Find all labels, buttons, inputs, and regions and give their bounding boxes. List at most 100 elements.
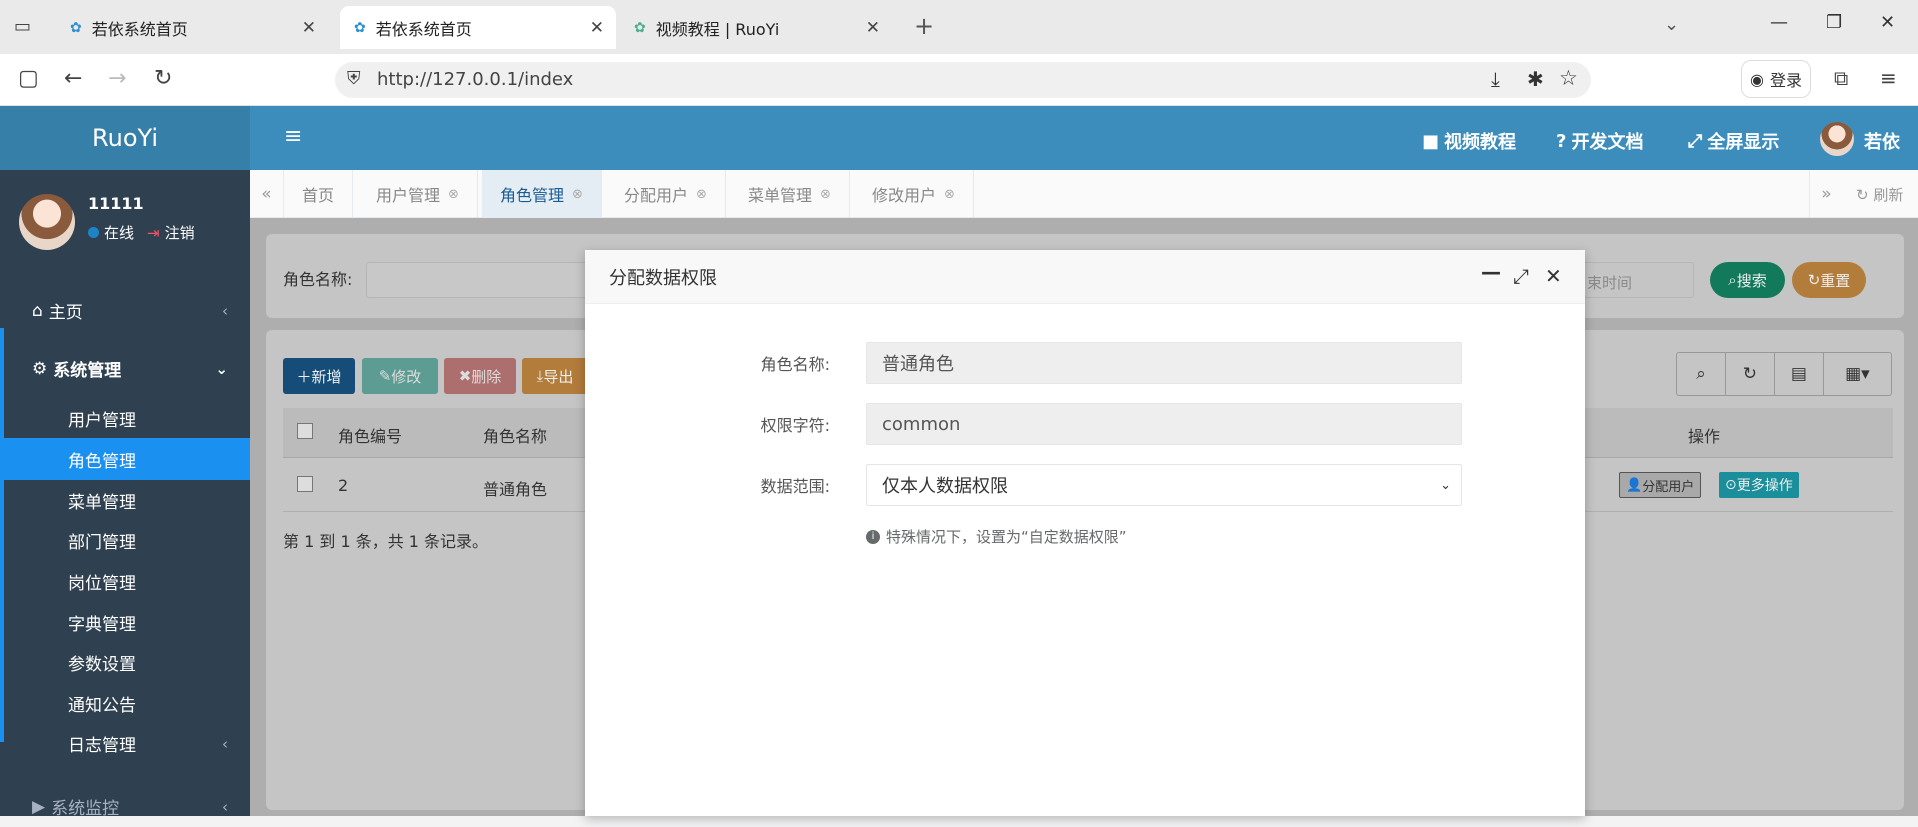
pagination-info: 第 1 到 1 条，共 1 条记录。 [283,532,489,551]
close-circle-icon[interactable]: ⊗ [448,187,459,202]
tab-home[interactable]: 首页 [284,170,354,218]
tab-scroll-left-icon[interactable]: « [250,170,284,218]
edit-button[interactable]: ✎ 修改 [362,358,438,394]
search-button-label: 搜索 [1736,271,1767,290]
close-circle-icon[interactable]: ⊗ [572,187,583,202]
sidebar-item-dict[interactable]: 字典管理 [0,602,250,643]
reset-button[interactable]: ↻ 重置 [1792,262,1866,298]
sidebar-item-depts[interactable]: 部门管理 [0,520,250,561]
login-button[interactable]: ◉ 登录 [1741,60,1811,98]
sidebar-item-home[interactable]: ⌂ 主页 ‹ [0,290,250,331]
browser-tab-1[interactable]: ✿ 若依系统首页 ✕ [56,6,328,49]
tab-user-management[interactable]: 用户管理 ⊗ [358,170,478,218]
close-circle-icon[interactable]: ⊗ [944,187,955,202]
close-icon[interactable]: ✕ [590,18,604,38]
chevron-down-icon: ⌄ [1440,477,1451,493]
logout-link[interactable]: 注销 [165,222,195,243]
menu-icon[interactable]: ≡ [1880,66,1897,90]
star-icon[interactable]: ☆ [1559,66,1578,90]
tab-menu-management[interactable]: 菜单管理 ⊗ [730,170,850,218]
close-circle-icon[interactable]: ⊗ [696,187,707,202]
tab-scroll-right-icon[interactable]: » [1809,170,1843,218]
header-role-id[interactable]: 角色编号 [338,423,402,447]
extensions-icon[interactable]: ⧉ [1834,66,1848,90]
sidebar-item-label: 角色管理 [68,451,136,472]
toggle-view-icon[interactable]: ▤ [1775,353,1824,395]
question-circle-icon: ? [1556,130,1567,152]
add-button[interactable]: ＋新增 [283,358,355,394]
sidebar-item-notice[interactable]: 通知公告 [0,683,250,724]
window-close-icon[interactable]: ✕ [1880,12,1895,33]
sidebar-item-posts[interactable]: 岗位管理 [0,561,250,602]
browser-tab-3[interactable]: ✿ 视频教程 | RuoYi ✕ [620,6,892,49]
avatar[interactable] [19,194,75,250]
role-name-search-label: 角色名称: [283,270,353,289]
fullscreen-link[interactable]: ⤢ 全屏显示 [1688,128,1779,154]
address-bar-row: ▢ ← → ↻ ⛨ http://127.0.0.1/index ⤓ ✱ ☆ ◉… [0,54,1918,106]
sidebar-item-label: 字典管理 [68,615,136,635]
url-field[interactable]: ⛨ http://127.0.0.1/index ⤓ ✱ ☆ [335,62,1591,98]
bug-icon[interactable]: ✱ [1527,67,1544,91]
shield-icon: ⛨ [347,68,361,89]
new-tab-icon[interactable]: + [914,12,934,40]
browser-tab-2[interactable]: ✿ 若依系统首页 ✕ [340,6,616,49]
refresh-tab-button[interactable]: ↻ 刷新 [1856,184,1903,205]
end-time-input[interactable]: 束时间 [1578,262,1694,298]
sidebar-item-label: 日志管理 [68,736,136,756]
search-button[interactable]: ⌕ 搜索 [1710,262,1785,298]
close-icon[interactable]: ✕ [302,18,316,38]
sidebar-item-users[interactable]: 用户管理 [0,398,250,439]
role-name-field[interactable]: 普通角色 [866,342,1462,384]
minimize-icon[interactable]: — [1481,260,1501,284]
close-icon[interactable]: ✕ [866,18,880,38]
perm-key-field[interactable]: common [866,403,1462,445]
data-scope-select[interactable]: 仅本人数据权限 ⌄ [866,464,1462,506]
row-checkbox[interactable] [297,476,313,492]
brand-logo[interactable]: RuoYi [0,106,250,170]
sidebar-toggle-icon[interactable]: ▢ [18,66,39,91]
sidebar-item-monitor[interactable]: ▶ 系统监控 ‹ [0,786,250,827]
search-icon[interactable]: ⌕ [1677,353,1726,395]
tab-actions-icon[interactable]: ▭ [14,16,31,37]
delete-button[interactable]: ✖ 删除 [444,358,516,394]
sidebar-item-roles[interactable]: 角色管理 [0,438,250,480]
sidebar-item-logs[interactable]: 日志管理 ‹ [0,723,250,764]
tab-label: 修改用户 [872,186,937,205]
logout-icon: ⇥ [147,223,160,242]
data-scope-value: 仅本人数据权限 [882,476,1008,497]
sidebar-item-config[interactable]: 参数设置 [0,642,250,683]
reload-icon[interactable]: ↻ [154,66,172,91]
close-circle-icon[interactable]: ⊗ [820,187,831,202]
video-tutorial-link[interactable]: ■ 视频教程 [1422,128,1516,154]
hamburger-icon[interactable]: ≡ [284,124,302,149]
tab-list-chevron-icon[interactable]: ⌄ [1664,14,1679,35]
select-all-checkbox[interactable] [297,423,313,439]
restore-icon[interactable]: ❐ [1826,12,1842,33]
export-button[interactable]: ⤓ 导出 [522,358,588,394]
edit-button-label: 修改 [391,367,422,386]
back-icon[interactable]: ← [64,66,82,91]
user-menu[interactable]: 若依 [1864,128,1900,154]
cell-role-name: 普通角色 [483,480,548,499]
more-actions-button[interactable]: ⊙ 更多操作 [1719,472,1799,498]
sidebar-item-menus[interactable]: 菜单管理 [0,480,250,521]
header-role-name[interactable]: 角色名称 [483,423,547,447]
assign-user-button[interactable]: 👤 分配用户 [1619,472,1702,498]
close-icon[interactable]: ✕ [1545,264,1562,288]
tab-assign-users[interactable]: 分配用户 ⊗ [606,170,726,218]
minimize-icon[interactable]: — [1770,12,1788,33]
dev-docs-link[interactable]: ? 开发文档 [1556,128,1643,154]
tab-edit-user[interactable]: 修改用户 ⊗ [854,170,974,218]
sidebar-item-system[interactable]: ⚙ 系统管理 ⌄ [0,348,250,389]
columns-icon[interactable]: ▦▾ [1824,353,1891,395]
tab-role-management[interactable]: 角色管理 ⊗ [482,170,602,218]
info-icon: i [866,529,880,544]
role-name-label: 角色名称: [760,355,830,374]
sidebar-item-label: 用户管理 [68,411,136,431]
chevron-down-icon: ⌄ [215,359,228,378]
refresh-icon[interactable]: ↻ [1726,353,1775,395]
avatar[interactable] [1820,122,1854,156]
maximize-icon[interactable]: ⤢ [1513,264,1529,288]
download-icon[interactable]: ⤓ [1491,67,1500,91]
forward-icon[interactable]: → [108,66,126,91]
